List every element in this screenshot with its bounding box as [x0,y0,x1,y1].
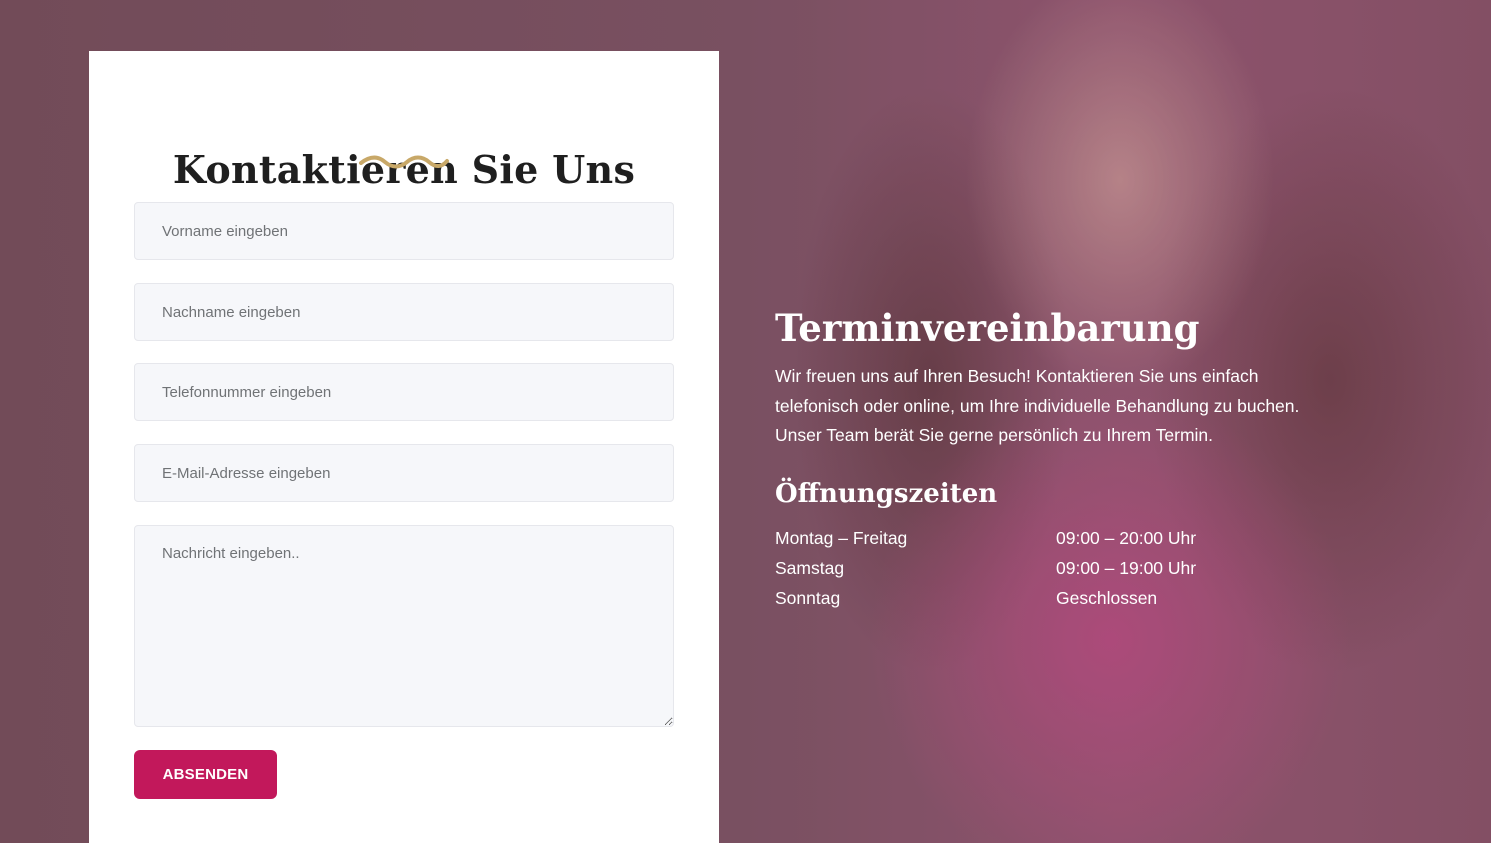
appointment-text: Wir freuen uns auf Ihren Besuch! Kontakt… [775,366,1300,445]
opening-hours-time: 09:00 – 20:00 Uhr [1056,527,1197,548]
firstname-input[interactable] [134,202,674,260]
opening-hours-list: Montag – Freitag 09:00 – 20:00 Uhr Samst… [775,523,1335,613]
opening-hours-row: Sonntag Geschlossen [775,583,1335,613]
opening-hours-day: Sonntag [775,587,841,608]
message-textarea[interactable] [134,525,674,727]
opening-hours-day: Montag – Freitag [775,527,908,548]
opening-hours-time: Geschlossen [1056,587,1158,608]
submit-button[interactable]: ABSENDEN [134,750,277,799]
opening-hours-day: Samstag [775,557,845,578]
opening-hours-row: Samstag 09:00 – 19:00 Uhr [775,553,1335,583]
squiggle-divider-icon [359,155,449,169]
lastname-input[interactable] [134,283,674,341]
email-input[interactable] [134,444,674,502]
opening-hours-time: 09:00 – 19:00 Uhr [1056,557,1197,578]
appointment-title: Terminvereinbarung [775,306,1200,350]
opening-hours-title: Öffnungszeiten [775,478,998,509]
opening-hours-row: Montag – Freitag 09:00 – 20:00 Uhr [775,523,1335,553]
contact-form-card: Kontaktieren Sie Uns ABSENDEN [89,51,719,843]
phone-input[interactable] [134,363,674,421]
appointment-section: Terminvereinbarung Wir freuen uns auf Ih… [775,300,1335,613]
